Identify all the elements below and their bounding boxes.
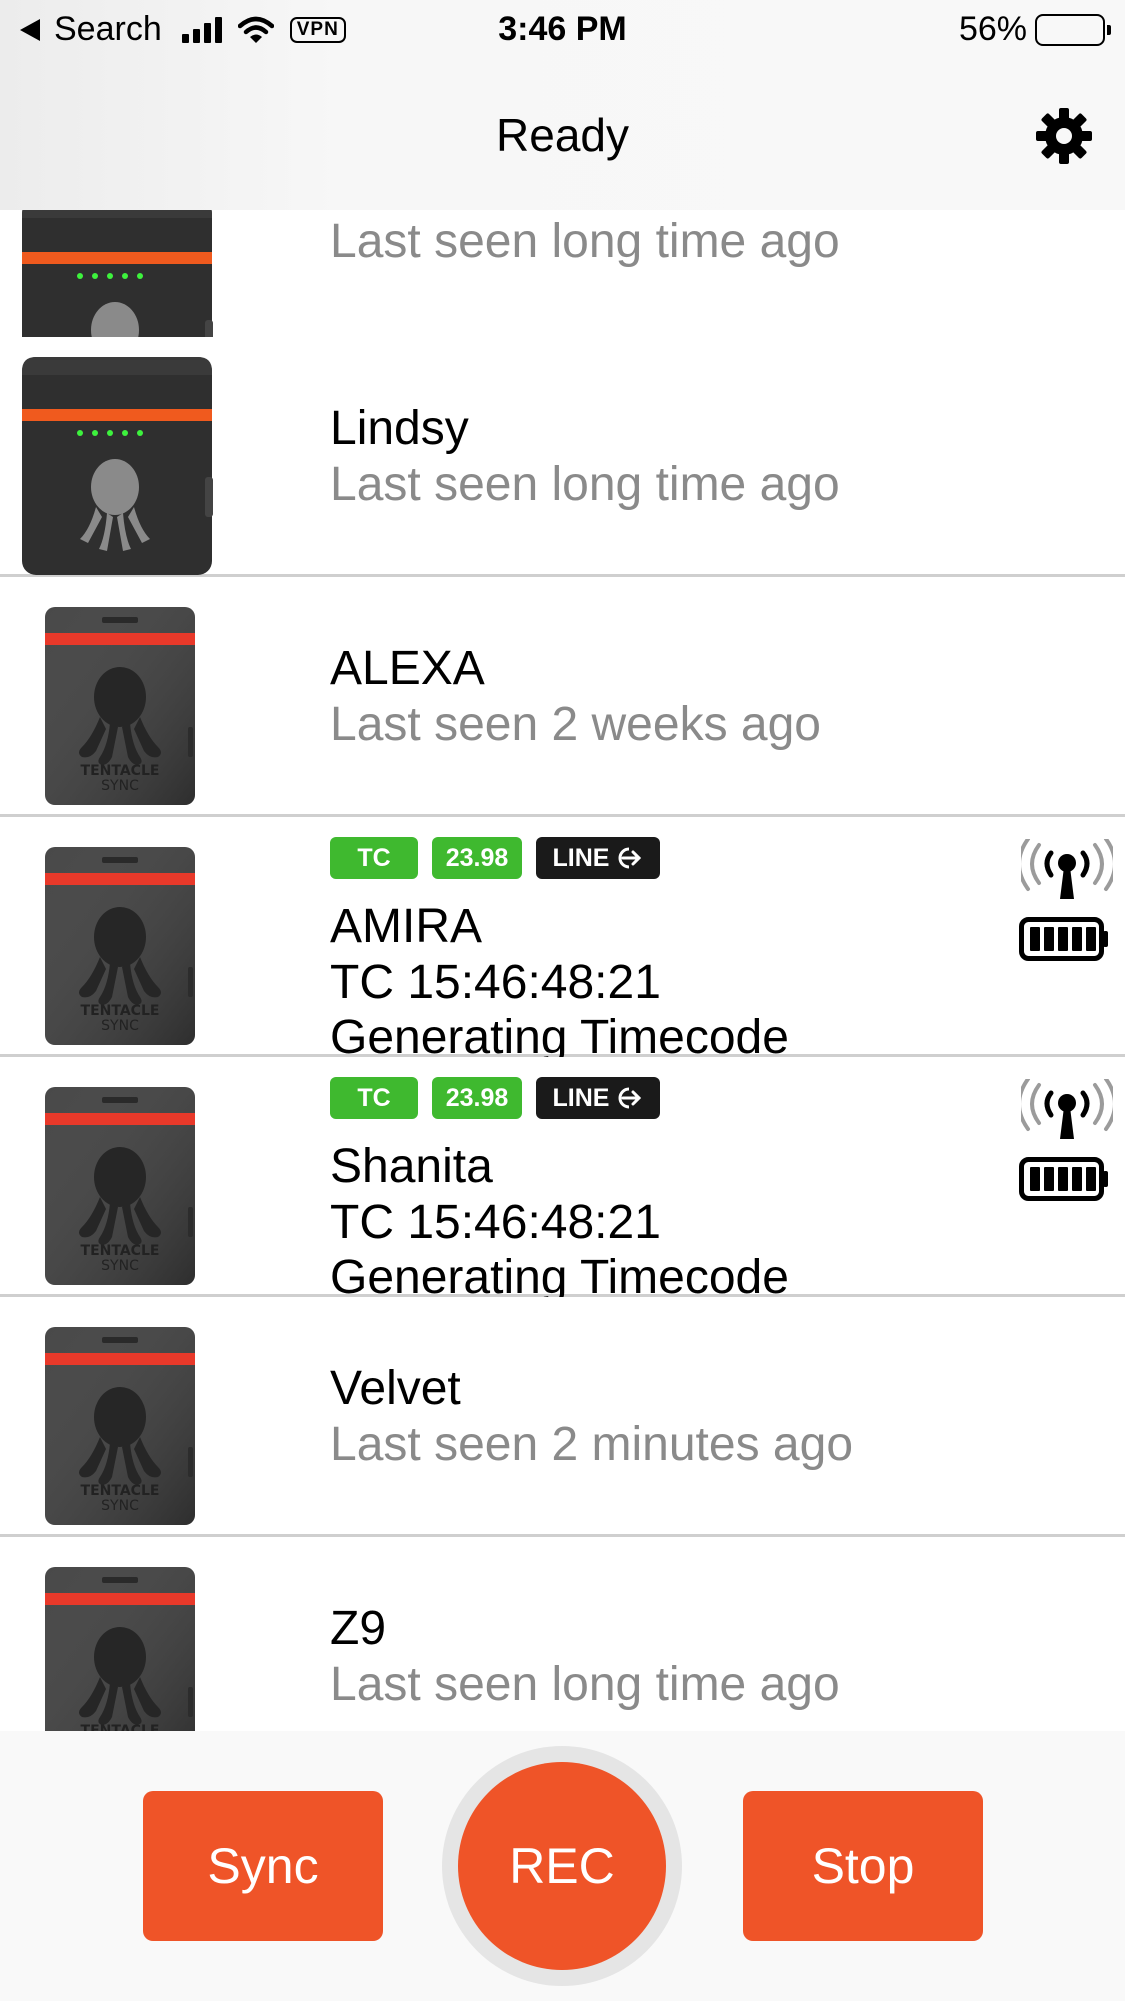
- battery-icon: [1035, 13, 1111, 46]
- device-name: Z9: [330, 1602, 387, 1655]
- device-name: AMIRA: [330, 900, 483, 953]
- gear-icon[interactable]: [1033, 105, 1095, 167]
- device-image: [0, 1057, 240, 1295]
- device-image: [0, 337, 240, 575]
- sync-button[interactable]: Sync: [143, 1791, 383, 1941]
- battery-percent: 56%: [958, 10, 1027, 48]
- framerate-badge: 23.98: [432, 1077, 522, 1119]
- device-badges: TC 23.98 LINE: [330, 1077, 660, 1119]
- status-time: 3:46 PM: [498, 10, 627, 48]
- device-status: Last seen long time ago: [330, 1658, 840, 1711]
- tc-badge: TC: [330, 837, 418, 879]
- status-bar: Search VPN 3:46 PM 56%: [0, 0, 1125, 64]
- tc-badge: TC: [330, 1077, 418, 1119]
- device-badges: TC 23.98 LINE: [330, 837, 660, 879]
- device-timecode: TC 15:46:48:21: [330, 956, 661, 1009]
- device-name: ALEXA: [330, 642, 485, 695]
- device-row[interactable]: Lindsy Last seen long time ago: [0, 337, 1125, 577]
- device-status: Last seen long time ago: [330, 215, 840, 268]
- stop-button[interactable]: Stop: [743, 1791, 983, 1941]
- device-image: [0, 1297, 240, 1535]
- device-row[interactable]: Velvet Last seen 2 minutes ago: [0, 1297, 1125, 1537]
- framerate-badge: 23.98: [432, 837, 522, 879]
- device-battery-icon: [1019, 1157, 1109, 1201]
- line-out-label: LINE: [552, 843, 610, 872]
- top-bar: Search VPN 3:46 PM 56% Ready: [0, 0, 1125, 210]
- device-name: Velvet: [330, 1362, 461, 1415]
- status-right: 56%: [958, 10, 1111, 49]
- line-out-label: LINE: [552, 1083, 610, 1112]
- line-out-badge: LINE: [536, 1077, 660, 1119]
- device-image: [0, 817, 240, 1055]
- device-row[interactable]: TC 23.98 LINE Shanita TC 15:46:48:21 Gen…: [0, 1057, 1125, 1304]
- page-title: Ready: [496, 109, 629, 161]
- device-name: Lindsy: [330, 402, 469, 455]
- line-out-badge: LINE: [536, 837, 660, 879]
- device-status: Last seen long time ago: [330, 458, 840, 511]
- antenna-signal-icon: [1021, 1079, 1113, 1141]
- device-image: [0, 577, 240, 815]
- line-out-icon: [618, 1087, 642, 1109]
- bottom-toolbar: Sync REC Stop: [0, 1731, 1125, 2001]
- antenna-signal-icon: [1021, 839, 1113, 901]
- device-row[interactable]: ALEXA Last seen 2 weeks ago: [0, 577, 1125, 817]
- device-status: Last seen 2 minutes ago: [330, 1418, 854, 1471]
- device-battery-icon: [1019, 917, 1109, 961]
- device-status: Last seen 2 weeks ago: [330, 698, 821, 751]
- line-out-icon: [618, 847, 642, 869]
- rec-button[interactable]: REC: [458, 1762, 666, 1970]
- device-name: Shanita: [330, 1140, 493, 1193]
- device-timecode: TC 15:46:48:21: [330, 1196, 661, 1249]
- device-row[interactable]: TC 23.98 LINE AMIRA TC 15:46:48:21 Gener…: [0, 817, 1125, 1064]
